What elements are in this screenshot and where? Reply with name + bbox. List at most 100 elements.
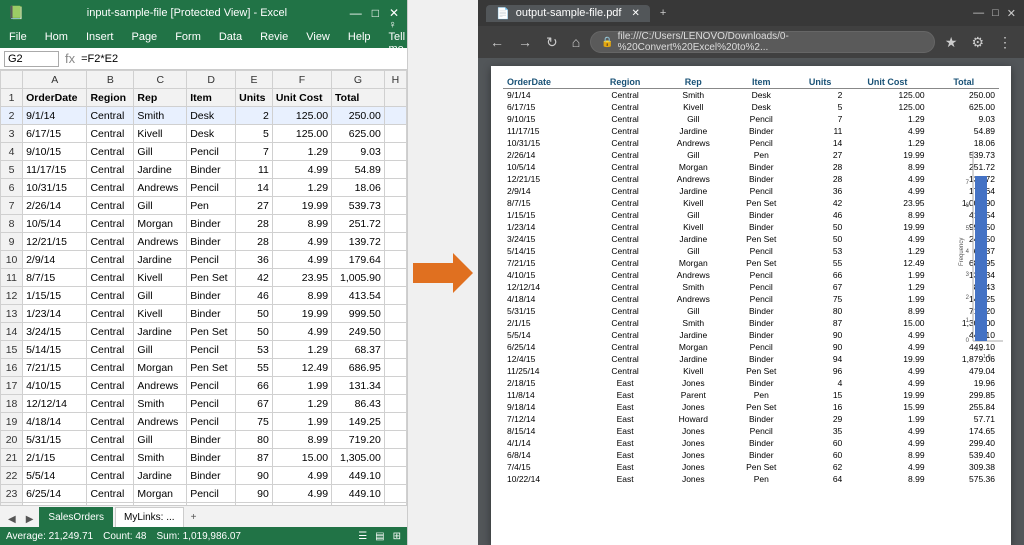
pdf-table-cell: 75 bbox=[794, 293, 846, 305]
col-header-f[interactable]: F bbox=[272, 71, 331, 89]
pdf-table-cell: Jones bbox=[658, 425, 728, 437]
col-header-d[interactable]: D bbox=[187, 71, 236, 89]
sheet-row[interactable]: 143/24/15CentralJardinePen Set504.99249.… bbox=[1, 323, 407, 341]
menu-view[interactable]: View bbox=[301, 29, 335, 45]
sheet-row[interactable]: 236/25/14CentralMorganPencil904.99449.10 bbox=[1, 485, 407, 503]
menu-page[interactable]: Page bbox=[126, 29, 162, 45]
sheet-cell bbox=[384, 233, 406, 251]
sheet-row[interactable]: 174/10/15CentralAndrewsPencil661.99131.3… bbox=[1, 377, 407, 395]
sheet-row[interactable]: 810/5/14CentralMorganBinder288.99251.72 bbox=[1, 215, 407, 233]
pdf-table-cell: Jardine bbox=[658, 185, 728, 197]
pdf-table-cell: 4.99 bbox=[846, 365, 928, 377]
sheet-cell: 539.73 bbox=[332, 197, 385, 215]
sheet-row[interactable]: 72/26/14CentralGillPen2719.99539.73 bbox=[1, 197, 407, 215]
sheet-row[interactable]: 121/15/15CentralGillBinder468.99413.54 bbox=[1, 287, 407, 305]
menu-file[interactable]: File bbox=[4, 29, 32, 45]
sheet-tab-mylinks[interactable]: MyLinks: ... bbox=[115, 507, 184, 527]
view-page-icon[interactable]: ▤ bbox=[375, 531, 384, 542]
sheet-row[interactable]: 225/5/14CentralJardineBinder904.99449.10 bbox=[1, 467, 407, 485]
sheet-cell: 2/1/15 bbox=[23, 449, 87, 467]
pdf-tab[interactable]: 📄 output-sample-file.pdf ✕ bbox=[486, 5, 650, 22]
pdf-table-cell: Binder bbox=[728, 209, 794, 221]
menu-home[interactable]: Hom bbox=[40, 29, 73, 45]
sheet-row[interactable]: 131/23/14CentralKivellBinder5019.99999.5… bbox=[1, 305, 407, 323]
sheet-row[interactable]: 49/10/15CentralGillPencil71.299.03 bbox=[1, 143, 407, 161]
pdf-table-row: 5/14/15CentralGillPencil531.2968.37 bbox=[503, 245, 999, 257]
sheet-row[interactable]: 610/31/15CentralAndrewsPencil141.2918.06 bbox=[1, 179, 407, 197]
sheet-cell bbox=[384, 377, 406, 395]
excel-minimize-btn[interactable]: — bbox=[350, 6, 362, 20]
pdf-minimize-btn[interactable]: — bbox=[973, 7, 984, 20]
bookmark-btn[interactable]: ★ bbox=[941, 32, 962, 53]
row-header: 18 bbox=[1, 395, 23, 413]
reload-btn[interactable]: ↻ bbox=[542, 32, 562, 53]
pdf-table-cell: Jones bbox=[658, 473, 728, 485]
pdf-table-cell: Central bbox=[592, 161, 658, 173]
sheet-cell: 18.06 bbox=[332, 179, 385, 197]
sheet-cell bbox=[384, 215, 406, 233]
sheet-tab-more[interactable]: + bbox=[186, 507, 202, 527]
menu-form[interactable]: Form bbox=[170, 29, 206, 45]
sheet-row[interactable]: 205/31/15CentralGillBinder808.99719.20 bbox=[1, 431, 407, 449]
sheet-row[interactable]: 29/1/14CentralSmithDesk2125.00250.00 bbox=[1, 107, 407, 125]
back-btn[interactable]: ← bbox=[486, 32, 508, 52]
forward-btn[interactable]: → bbox=[514, 32, 536, 52]
pdf-close-btn[interactable]: ✕ bbox=[1007, 7, 1016, 20]
sheet-cell: Smith bbox=[134, 395, 187, 413]
spreadsheet[interactable]: A B C D E F G H 1OrderDateRegionRepItemU… bbox=[0, 70, 407, 505]
pdf-table-row: 2/9/14CentralJardinePencil364.99179.64 bbox=[503, 185, 999, 197]
pdf-table-cell: 4.99 bbox=[846, 341, 928, 353]
sheet-row[interactable]: 102/9/14CentralJardinePencil364.99179.64 bbox=[1, 251, 407, 269]
sheet-row[interactable]: 36/17/15CentralKivellDesk5125.00625.00 bbox=[1, 125, 407, 143]
pdf-table-cell: Pen Set bbox=[728, 197, 794, 209]
row-header: 9 bbox=[1, 233, 23, 251]
sheet-row[interactable]: 155/14/15CentralGillPencil531.2968.37 bbox=[1, 341, 407, 359]
new-tab-btn[interactable]: + bbox=[654, 7, 672, 19]
pdf-maximize-btn[interactable]: □ bbox=[992, 7, 999, 20]
col-header-b[interactable]: B bbox=[87, 71, 134, 89]
menu-insert[interactable]: Insert bbox=[81, 29, 119, 45]
cell-reference-box[interactable] bbox=[4, 51, 59, 67]
sheet-cell: 50 bbox=[236, 323, 273, 341]
menu-btn[interactable]: ⋮ bbox=[994, 32, 1016, 53]
view-normal-icon[interactable]: ☰ bbox=[358, 531, 367, 542]
col-header-c[interactable]: C bbox=[134, 71, 187, 89]
sheet-row[interactable]: 212/1/15CentralSmithBinder8715.001,305.0… bbox=[1, 449, 407, 467]
sheet-row[interactable]: 167/21/15CentralMorganPen Set5512.49686.… bbox=[1, 359, 407, 377]
sheet-row[interactable]: 118/7/15CentralKivellPen Set4223.951,005… bbox=[1, 269, 407, 287]
extensions-btn[interactable]: ⚙ bbox=[967, 32, 988, 53]
sheet-cell: Binder bbox=[187, 467, 236, 485]
sheet-nav-right[interactable]: ▶ bbox=[22, 512, 38, 527]
sheet-row[interactable]: 1812/12/14CentralSmithPencil671.2986.43 bbox=[1, 395, 407, 413]
sheet-cell: 4.99 bbox=[272, 161, 331, 179]
pdf-table-cell: Smith bbox=[658, 281, 728, 293]
sheet-nav-left[interactable]: ◀ bbox=[4, 512, 20, 527]
pdf-icon: 📄 bbox=[496, 7, 510, 20]
col-header-g[interactable]: G bbox=[332, 71, 385, 89]
sheet-row[interactable]: 912/21/15CentralAndrewsBinder284.99139.7… bbox=[1, 233, 407, 251]
view-break-icon[interactable]: ⊞ bbox=[393, 531, 401, 542]
home-btn[interactable]: ⌂ bbox=[568, 32, 584, 52]
sheet-cell: 1.29 bbox=[272, 179, 331, 197]
col-header-e[interactable]: E bbox=[236, 71, 273, 89]
sheet-tab-salesorders[interactable]: SalesOrders bbox=[39, 507, 113, 527]
pdf-address-bar[interactable]: 🔒 file:///C:/Users/LENOVO/Downloads/0-%2… bbox=[590, 31, 935, 53]
sheet-row[interactable]: 511/17/15CentralJardineBinder114.9954.89 bbox=[1, 161, 407, 179]
menu-review[interactable]: Revie bbox=[255, 29, 293, 45]
sheet-cell: 11/17/15 bbox=[23, 161, 87, 179]
sheet-row[interactable]: 1OrderDateRegionRepItemUnitsUnit CostTot… bbox=[1, 89, 407, 107]
sheet-cell: Smith bbox=[134, 449, 187, 467]
menu-data[interactable]: Data bbox=[214, 29, 247, 45]
pdf-table-row: 11/25/14CentralKivellPen Set964.99479.04 bbox=[503, 365, 999, 377]
sheet-cell: 4/10/15 bbox=[23, 377, 87, 395]
pdf-table-cell: Pencil bbox=[728, 113, 794, 125]
sheet-cell: 87 bbox=[236, 449, 273, 467]
pdf-table-cell: 12.49 bbox=[846, 257, 928, 269]
row-header: 1 bbox=[1, 89, 23, 107]
pdf-tab-close[interactable]: ✕ bbox=[631, 8, 639, 19]
sheet-row[interactable]: 194/18/14CentralAndrewsPencil751.99149.2… bbox=[1, 413, 407, 431]
col-header-a[interactable]: A bbox=[23, 71, 87, 89]
excel-maximize-btn[interactable]: □ bbox=[372, 6, 379, 20]
col-header-h[interactable]: H bbox=[384, 71, 406, 89]
menu-help[interactable]: Help bbox=[343, 29, 376, 45]
